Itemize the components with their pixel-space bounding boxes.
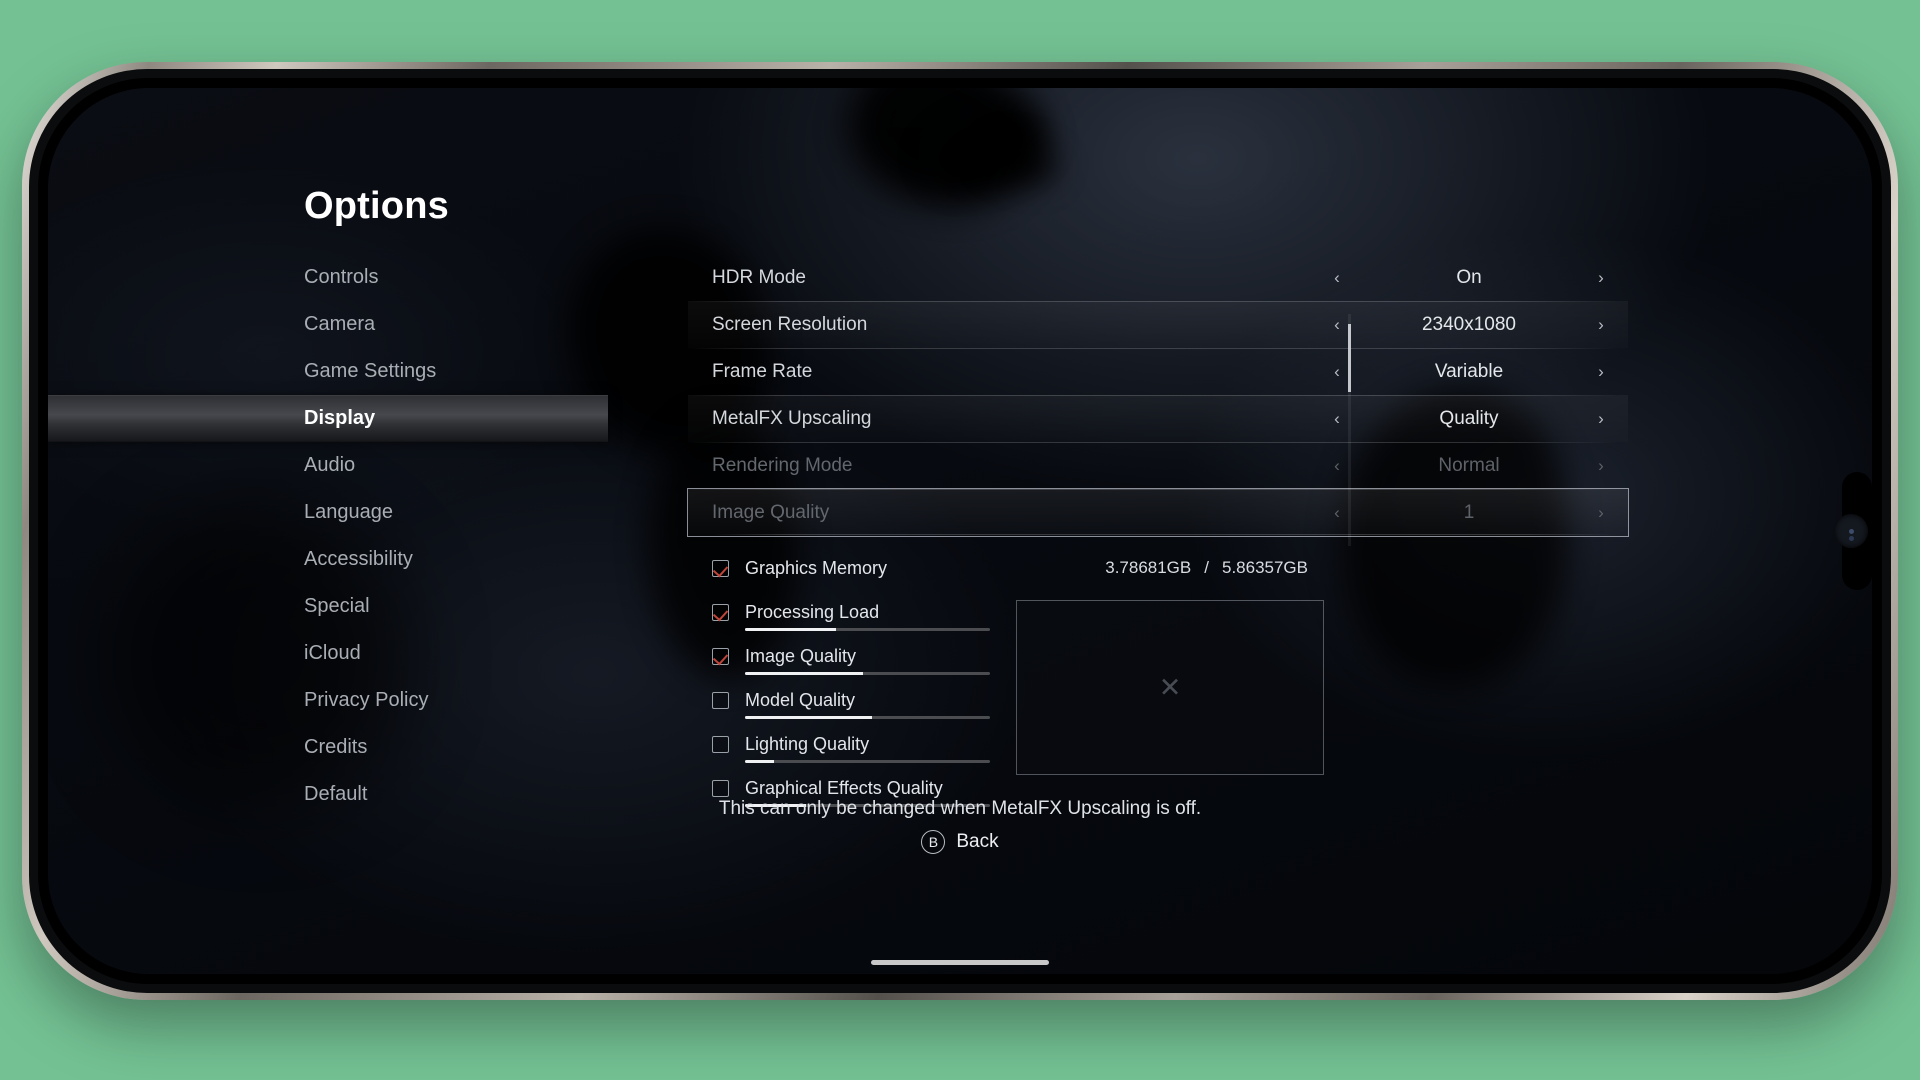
home-indicator bbox=[871, 960, 1049, 965]
sidebar-item-label: Game Settings bbox=[304, 360, 437, 382]
stat-label: Image Quality bbox=[745, 645, 857, 666]
sidebar-item-label: Credits bbox=[304, 736, 368, 758]
stat-label: Graphical Effects Quality bbox=[745, 777, 943, 798]
phone-device-frame: Options Controls Camera Game Settings Displ… bbox=[22, 62, 1898, 1000]
setting-label: Rendering Mode bbox=[712, 454, 853, 476]
phone-side-sensor bbox=[1834, 514, 1868, 548]
memory-separator: / bbox=[1204, 558, 1209, 577]
checkbox-checked-icon[interactable] bbox=[712, 559, 729, 577]
setting-value: 1 bbox=[1463, 501, 1475, 523]
preview-placeholder-icon: ✕ bbox=[1158, 672, 1182, 702]
setting-value: Normal bbox=[1438, 454, 1500, 476]
setting-label: Image Quality bbox=[712, 501, 830, 523]
setting-row-rendering-mode[interactable]: Rendering Mode ‹ Normal › bbox=[688, 442, 1628, 489]
setting-stepper[interactable]: ‹ 1 › bbox=[1324, 489, 1614, 536]
setting-value: Variable bbox=[1434, 360, 1504, 382]
setting-label: MetalFX Upscaling bbox=[712, 407, 872, 429]
stat-label: Graphics Memory bbox=[745, 557, 888, 578]
chevron-left-icon[interactable]: ‹ bbox=[1324, 362, 1350, 382]
graphics-memory-values: 3.78681GB / 5.86357GB bbox=[1105, 546, 1308, 590]
options-screen-content: Options Controls Camera Game Settings Displ… bbox=[48, 88, 1872, 974]
checkbox-unchecked-icon[interactable] bbox=[712, 735, 729, 753]
stat-label: Model Quality bbox=[745, 689, 856, 710]
sidebar-item-credits[interactable]: Credits bbox=[48, 724, 608, 771]
chevron-right-icon[interactable]: › bbox=[1588, 456, 1614, 476]
stat-progress-bar bbox=[745, 716, 990, 719]
setting-row-image-quality[interactable]: Image Quality ‹ 1 › bbox=[687, 488, 1629, 537]
setting-row-hdr-mode[interactable]: HDR Mode ‹ On › bbox=[688, 254, 1628, 301]
hint-text: This can only be changed when MetalFX Up… bbox=[718, 798, 1202, 819]
setting-row-screen-resolution[interactable]: Screen Resolution ‹ 2340x1080 › bbox=[688, 301, 1628, 348]
setting-value: On bbox=[1456, 266, 1482, 288]
phone-bezel: Options Controls Camera Game Settings Displ… bbox=[38, 78, 1882, 984]
sidebar-item-label: Accessibility bbox=[304, 548, 413, 570]
sidebar-item-display[interactable]: Display bbox=[48, 395, 608, 442]
checkbox-checked-icon[interactable] bbox=[712, 603, 729, 621]
setting-row-frame-rate[interactable]: Frame Rate ‹ Variable › bbox=[688, 348, 1628, 395]
preview-panel: ✕ bbox=[1016, 600, 1324, 775]
chevron-right-icon[interactable]: › bbox=[1588, 409, 1614, 429]
memory-used: 3.78681GB bbox=[1105, 558, 1192, 577]
memory-total: 5.86357GB bbox=[1221, 558, 1308, 577]
chevron-left-icon[interactable]: ‹ bbox=[1324, 503, 1350, 523]
setting-row-metalfx-upscaling[interactable]: MetalFX Upscaling ‹ Quality › bbox=[688, 395, 1628, 442]
phone-inner-frame: Options Controls Camera Game Settings Displ… bbox=[29, 69, 1891, 993]
stat-row-graphics-memory[interactable]: Graphics Memory 3.78681GB / 5.86357GB bbox=[688, 546, 1628, 590]
sidebar-item-accessibility[interactable]: Accessibility bbox=[48, 536, 608, 583]
setting-stepper[interactable]: ‹ Variable › bbox=[1324, 348, 1614, 395]
stat-progress-bar bbox=[745, 760, 990, 763]
display-settings-list[interactable]: HDR Mode ‹ On › Screen Resolution ‹ 2340x1080 ›… bbox=[687, 254, 1629, 537]
stat-progress-bar bbox=[745, 628, 990, 631]
sidebar-item-special[interactable]: Special bbox=[48, 583, 608, 630]
sidebar-item-label: Camera bbox=[304, 313, 376, 335]
back-label: Back bbox=[956, 831, 999, 852]
chevron-right-icon[interactable]: › bbox=[1588, 362, 1614, 382]
setting-value: Quality bbox=[1439, 407, 1499, 429]
sidebar-item-language[interactable]: Language bbox=[48, 489, 608, 536]
back-control[interactable]: B Back bbox=[48, 830, 1872, 854]
sidebar-item-icloud[interactable]: iCloud bbox=[48, 630, 608, 677]
setting-label: HDR Mode bbox=[712, 266, 806, 288]
checkbox-unchecked-icon[interactable] bbox=[712, 779, 729, 797]
button-b-icon: B bbox=[921, 830, 946, 854]
sidebar-item-label: Audio bbox=[304, 454, 356, 476]
checkbox-checked-icon[interactable] bbox=[712, 647, 729, 665]
sidebar-item-audio[interactable]: Audio bbox=[48, 442, 608, 489]
sidebar-item-label: Controls bbox=[304, 266, 379, 288]
chevron-left-icon[interactable]: ‹ bbox=[1324, 409, 1350, 429]
chevron-left-icon[interactable]: ‹ bbox=[1324, 456, 1350, 476]
sidebar-item-label: iCloud bbox=[304, 642, 361, 664]
footer: This can only be changed when MetalFX Up… bbox=[48, 798, 1872, 854]
sidebar-item-game-settings[interactable]: Game Settings bbox=[48, 348, 608, 395]
chevron-left-icon[interactable]: ‹ bbox=[1324, 315, 1350, 335]
stat-progress-bar bbox=[745, 672, 990, 675]
setting-label: Screen Resolution bbox=[712, 313, 868, 335]
sidebar-item-privacy-policy[interactable]: Privacy Policy bbox=[48, 677, 608, 724]
stat-label: Lighting Quality bbox=[745, 733, 870, 754]
setting-stepper[interactable]: ‹ On › bbox=[1324, 254, 1614, 301]
checkbox-unchecked-icon[interactable] bbox=[712, 691, 729, 709]
setting-stepper[interactable]: ‹ Normal › bbox=[1324, 442, 1614, 489]
sidebar-item-label: Language bbox=[304, 501, 393, 523]
options-sidebar[interactable]: Controls Camera Game Settings Display Audio L… bbox=[48, 254, 608, 818]
chevron-right-icon[interactable]: › bbox=[1588, 315, 1614, 335]
chevron-right-icon[interactable]: › bbox=[1588, 268, 1614, 288]
setting-stepper[interactable]: ‹ Quality › bbox=[1324, 395, 1614, 442]
chevron-left-icon[interactable]: ‹ bbox=[1324, 268, 1350, 288]
stats-divider bbox=[712, 534, 1618, 535]
page-title: Options bbox=[304, 185, 449, 227]
sidebar-item-controls[interactable]: Controls bbox=[48, 254, 608, 301]
phone-screen: Options Controls Camera Game Settings Displ… bbox=[48, 88, 1872, 974]
setting-value: 2340x1080 bbox=[1421, 313, 1517, 335]
sidebar-item-label: Display bbox=[304, 407, 376, 429]
stat-label: Processing Load bbox=[745, 601, 880, 622]
sidebar-item-label: Privacy Policy bbox=[304, 689, 429, 711]
sidebar-item-label: Special bbox=[304, 595, 370, 617]
setting-stepper[interactable]: ‹ 2340x1080 › bbox=[1324, 301, 1614, 348]
chevron-right-icon[interactable]: › bbox=[1588, 503, 1614, 523]
setting-label: Frame Rate bbox=[712, 360, 813, 382]
sidebar-item-camera[interactable]: Camera bbox=[48, 301, 608, 348]
settings-scrollbar-thumb[interactable] bbox=[1348, 324, 1351, 392]
